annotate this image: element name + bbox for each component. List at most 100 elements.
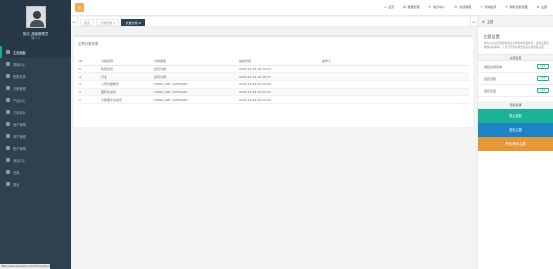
cell-id: 4 xyxy=(78,72,100,81)
cell-name: 国际化资讯 xyxy=(100,88,153,97)
skin-yellow-button[interactable]: 黄色/紫色主题 xyxy=(478,137,553,152)
sidebar-item-label: 产品中心 xyxy=(13,98,26,103)
cell-id: 3 xyxy=(78,80,100,89)
cell-name: 大数据平台资讯 xyxy=(100,95,153,104)
top-link-refresh[interactable]: ⟳ 刷新当前页面 xyxy=(505,5,527,9)
top-link-home[interactable]: ⌂ 主页 xyxy=(384,5,394,9)
column-header-type[interactable]: 分类类型 xyxy=(153,58,238,66)
list-icon: ▤ xyxy=(403,5,407,9)
cell-name: 公司文章楼宇 xyxy=(100,80,153,89)
table-row[interactable]: 4 行业 资讯分类 2020-12-16 16:16:07 xyxy=(78,72,469,81)
top-link-label: 清除缓存 xyxy=(484,5,497,9)
chevron-left-icon: ‹ xyxy=(64,134,66,138)
sidebar-item-schedule[interactable]: 日程管理 ‹ xyxy=(0,82,71,94)
fixed-top-toggle[interactable]: OFF xyxy=(537,76,549,82)
cell-id: 5 xyxy=(78,65,100,74)
cell-time: 2020-12-02 09:15:26 xyxy=(238,80,321,89)
top-link-label: 数据管理 xyxy=(407,5,420,9)
category-table: ID 分类名称 分类类型 最新时间 操作人 5 新闻资讯 资讯分类 2020-1… xyxy=(78,58,469,104)
skin-blue-button[interactable]: 蓝色主题 xyxy=(478,123,553,138)
table-row[interactable]: 5 新闻资讯 资讯分类 2020-10-16 16:19:53 xyxy=(78,65,469,74)
home-icon: ⌂ xyxy=(384,5,387,9)
chevron-left-icon: ‹ xyxy=(64,98,66,102)
chevron-left-icon: ‹ xyxy=(64,158,66,162)
calendar-icon xyxy=(6,86,10,90)
column-header-id[interactable]: ID xyxy=(78,58,100,66)
home-icon xyxy=(6,50,10,54)
sidebar-item-logout[interactable]: 退出 xyxy=(0,178,71,190)
top-link-data[interactable]: ▤ 数据管理 xyxy=(403,5,420,9)
avatar[interactable] xyxy=(26,6,46,28)
column-header-time[interactable]: 最新时间 xyxy=(238,58,321,66)
sidebar-item-label: 退出 xyxy=(13,182,20,187)
phone-icon: ☏ xyxy=(453,5,458,9)
tabs-scroll-right-button[interactable]: ▸▸ xyxy=(470,17,477,27)
tabs-scroll-left-button[interactable]: ◂◂ xyxy=(71,17,78,27)
profile-role-dropdown[interactable]: 简介 ▾ xyxy=(0,36,71,40)
cell-id: 2 xyxy=(78,88,100,97)
skin-default-button[interactable]: 默认皮肤 xyxy=(478,109,553,124)
cell-time: 2020-10-16 16:19:53 xyxy=(238,65,321,74)
top-links: ⌂ 主页 ▤ 数据管理 ✉ 消息中心 ☏ 在线客服 ✎ 清除缓存 ⟳ 刷新当前页面 ⚙ 主题 xyxy=(384,5,547,9)
sidebar-item-accounts[interactable]: 账户管理 ‹ xyxy=(0,142,71,154)
column-header-operator[interactable]: 操作人 xyxy=(321,58,469,66)
gear-icon xyxy=(6,170,10,174)
tab-category-manage[interactable]: 分类管理 × xyxy=(96,19,120,26)
column-header-name[interactable]: 分类名称 xyxy=(100,58,153,66)
cell-time: 2020-12-02 09:12:23 xyxy=(238,88,321,97)
grid-icon xyxy=(6,62,10,66)
sidebar-item-settings[interactable]: 设置 ‹ xyxy=(0,166,71,178)
sidebar-item-label: 商户管理 xyxy=(13,134,26,139)
top-link-theme[interactable]: ⚙ 主题 xyxy=(537,5,547,9)
cell-type: TABLE_ART_CATEGORY xyxy=(153,88,238,97)
chevron-left-icon: ‹ xyxy=(64,110,66,114)
fixed-width-toggle[interactable]: OFF xyxy=(537,88,549,94)
shop-icon xyxy=(6,134,10,138)
top-link-support[interactable]: ☏ 在线客服 xyxy=(454,5,472,9)
table-icon xyxy=(6,74,10,78)
cell-operator xyxy=(321,80,469,89)
tab-article-category[interactable]: 文章分类 ⊗ xyxy=(121,19,145,26)
envelope-icon xyxy=(6,158,10,162)
chart-icon xyxy=(6,110,10,114)
sidebar-item-label: 账户管理 xyxy=(13,146,26,151)
sidebar-item-label: 基础中心 xyxy=(13,62,26,67)
sidebar-item-orders[interactable]: 订单统计 ‹ xyxy=(0,106,71,118)
theme-settings-panel: ⚙ 主题 主题设置 你可以从这里选择和预览主题的布局和样式，这些设置会被保存在本… xyxy=(477,17,553,269)
sidebar-item-products[interactable]: 产品中心 ‹ xyxy=(0,94,71,106)
setting-label: 固定顶部 xyxy=(484,76,497,81)
menu-toggle-button[interactable]: ≡ xyxy=(75,3,84,12)
sidebar-item-merchants[interactable]: 商户管理 ‹ xyxy=(0,130,71,142)
top-link-messages[interactable]: ✉ 消息中心 xyxy=(429,5,445,9)
sidebar-item-label: 用户管理 xyxy=(13,122,26,127)
sidebar-item-users[interactable]: 用户管理 ‹ xyxy=(0,118,71,130)
table-row[interactable]: 3 公司文章楼宇 TABLE_ART_CATEGORY 2020-12-02 0… xyxy=(78,80,469,89)
table-row[interactable]: 2 国际化资讯 TABLE_ART_CATEGORY 2020-12-02 09… xyxy=(78,88,469,97)
sidebar-item-label: 订单统计 xyxy=(13,110,26,115)
cell-operator xyxy=(321,72,469,81)
top-link-label: 在线客服 xyxy=(459,5,472,9)
sidebar-item-label: 日程管理 xyxy=(13,86,26,91)
sidebar-item-messages[interactable]: 消息中心 ‹ xyxy=(0,154,71,166)
sidebar-item-basic[interactable]: 基础中心 ‹ xyxy=(0,58,71,70)
theme-section-title: 主题设置 xyxy=(478,54,553,62)
chevron-left-icon: ‹ xyxy=(64,146,66,150)
top-link-clear-cache[interactable]: ✎ 清除缓存 xyxy=(480,5,496,9)
wallet-icon xyxy=(6,146,10,150)
avatar-head-shape xyxy=(33,11,41,19)
top-link-label: 主页 xyxy=(388,5,395,9)
sidebar-item-home[interactable]: 主页面板 xyxy=(0,46,71,58)
table-row[interactable]: 1 大数据平台资讯 TABLE_ART_CATEGORY 2020-12-02 … xyxy=(78,95,469,104)
cell-operator xyxy=(321,88,469,97)
sidebar-item-label: 主页面板 xyxy=(13,50,26,55)
cell-time: 2020-12-16 16:16:07 xyxy=(238,72,321,81)
collapse-menu-toggle[interactable]: OFF xyxy=(537,64,549,70)
tab-home[interactable]: 首页 xyxy=(80,19,95,26)
content-panel: 文章分类列表 ID 分类名称 分类类型 最新时间 操作人 5 新闻资讯 资讯分类… xyxy=(74,35,473,127)
box-icon xyxy=(6,98,10,102)
sidebar-item-data[interactable]: 数据总表 ‹ xyxy=(0,70,71,82)
sidebar-item-label: 数据总表 xyxy=(13,74,26,79)
sidebar-item-label: 消息中心 xyxy=(13,158,26,163)
setting-collapse-menu: 收起左侧菜单 OFF xyxy=(478,61,553,74)
setting-fixed-top: 固定顶部 OFF xyxy=(478,73,553,86)
